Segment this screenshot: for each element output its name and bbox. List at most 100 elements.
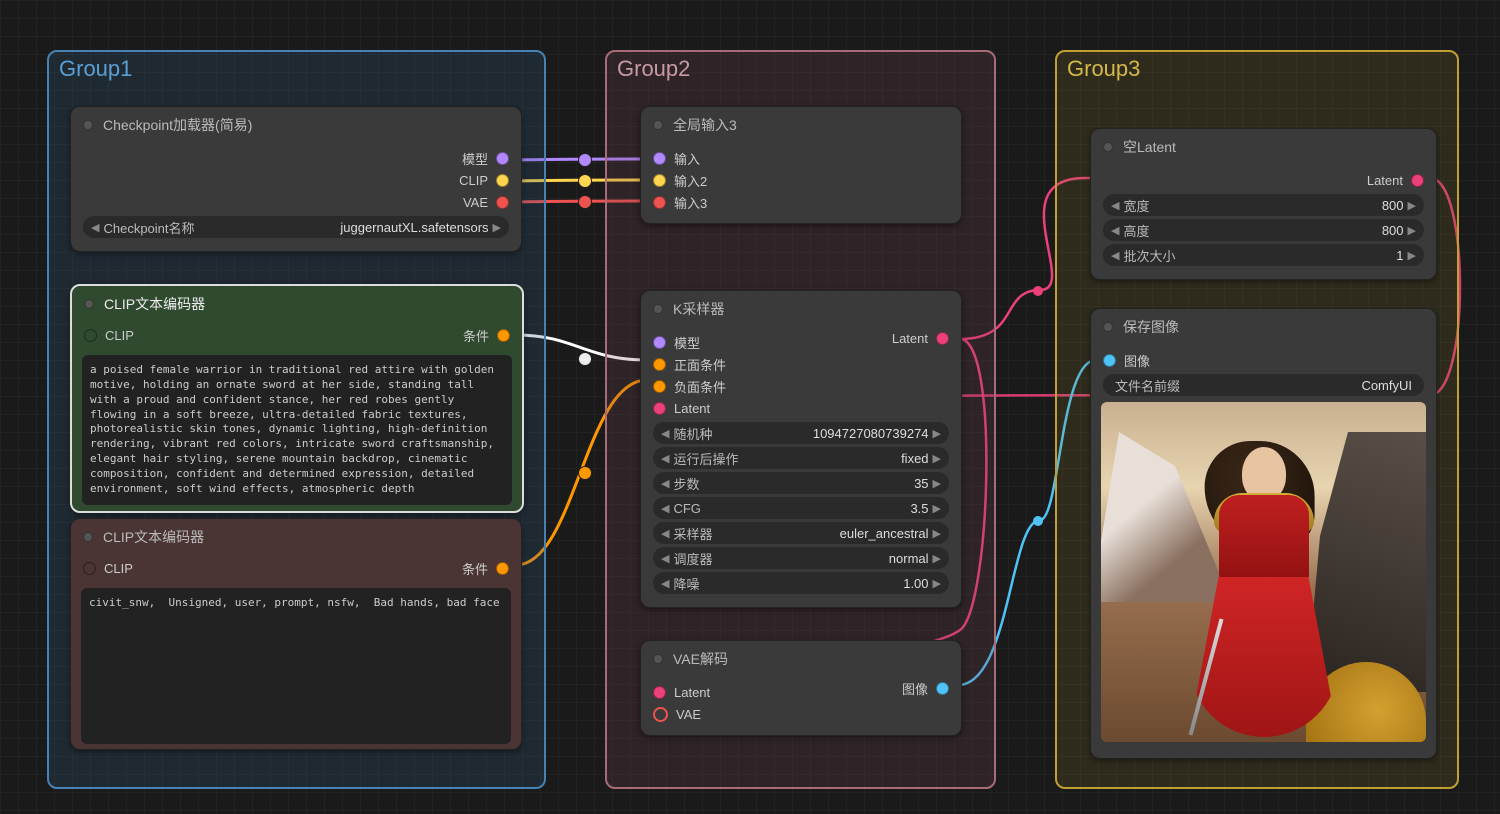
port-vae-out[interactable] [496,196,509,209]
param-widget[interactable]: ◀宽度800▶ [1103,194,1424,216]
node-title-label: CLIP文本编码器 [103,527,204,547]
param-widget[interactable]: ◀调度器normal▶ [653,547,949,569]
chevron-left-icon[interactable]: ◀ [661,552,669,565]
chevron-right-icon[interactable]: ▶ [933,552,941,565]
chevron-right-icon[interactable]: ▶ [933,452,941,465]
collapse-icon[interactable] [1103,322,1113,332]
output-image-preview [1101,402,1426,742]
port-negative-in[interactable] [653,380,666,393]
chevron-left-icon[interactable]: ◀ [661,477,669,490]
collapse-icon[interactable] [1103,142,1113,152]
collapse-icon[interactable] [83,120,93,130]
node-clip-negative[interactable]: CLIP文本编码器 CLIP 条件 civit_snw, Unsigned, u… [70,518,522,750]
port-in3[interactable] [653,196,666,209]
chevron-left-icon[interactable]: ◀ [661,452,669,465]
input-vae: VAE [676,707,701,722]
chevron-left-icon[interactable]: ◀ [661,502,669,515]
param-widget[interactable]: ◀采样器euler_ancestral▶ [653,522,949,544]
param-widget[interactable]: ◀CFG3.5▶ [653,497,949,519]
node-global-input[interactable]: 全局输入3 输入 输入2 输入3 [640,106,962,224]
port-latent-in[interactable] [653,402,666,415]
input-latent: Latent [674,685,710,700]
chevron-left-icon[interactable]: ◀ [661,527,669,540]
node-empty-latent[interactable]: 空Latent Latent ◀宽度800▶◀高度800▶◀批次大小1▶ [1090,128,1437,280]
node-clip-positive[interactable]: CLIP文本编码器 CLIP 条件 a poised female warrio… [70,284,524,513]
port-clip-in[interactable] [83,562,96,575]
param-widget[interactable]: ◀随机种1094727080739274▶ [653,422,949,444]
port-latent-out[interactable] [1411,174,1424,187]
port-latent-out[interactable] [936,332,949,345]
reroute-dot[interactable] [578,174,592,188]
chevron-left-icon[interactable]: ◀ [1111,224,1119,237]
chevron-left-icon[interactable]: ◀ [1111,199,1119,212]
node-title-label: 全局输入3 [673,115,737,135]
port-in1[interactable] [653,152,666,165]
param-widget[interactable]: ◀步数35▶ [653,472,949,494]
port-clip-in[interactable] [84,329,97,342]
chevron-left-icon[interactable]: ◀ [1111,249,1119,262]
port-cond-out[interactable] [496,562,509,575]
param-widget[interactable]: ◀批次大小1▶ [1103,244,1424,266]
reroute-dot[interactable] [578,466,592,480]
reroute-dot[interactable] [578,352,592,366]
input-image: 图像 [1124,351,1150,370]
port-positive-in[interactable] [653,358,666,371]
node-title-label: CLIP文本编码器 [104,294,205,314]
param-widget[interactable]: ◀高度800▶ [1103,219,1424,241]
input-clip: CLIP [105,328,134,343]
chevron-left-icon[interactable]: ◀ [91,221,99,234]
chevron-left-icon[interactable]: ◀ [661,427,669,440]
input-2: 输入2 [674,171,707,190]
input-3: 输入3 [674,193,707,212]
node-checkpoint-loader[interactable]: Checkpoint加载器(简易) 模型 CLIP VAE ◀ Checkpoi… [70,106,522,252]
positive-prompt-text[interactable]: a poised female warrior in traditional r… [82,355,512,505]
param-widget[interactable]: ◀降噪1.00▶ [653,572,949,594]
port-in2[interactable] [653,174,666,187]
port-vae-in[interactable] [653,707,668,722]
input-model: 模型 [674,333,700,352]
node-vae-decode[interactable]: VAE解码 Latent VAE 图像 [640,640,962,736]
chevron-right-icon[interactable]: ▶ [1408,199,1416,212]
port-image-out[interactable] [936,682,949,695]
output-vae: VAE [463,195,488,210]
input-1: 输入 [674,149,700,168]
chevron-right-icon[interactable]: ▶ [1408,249,1416,262]
node-save-image[interactable]: 保存图像 图像 文件名前缀 ComfyUI [1090,308,1437,759]
port-model-out[interactable] [496,152,509,165]
reroute-dot[interactable] [1033,286,1043,296]
filename-prefix-widget[interactable]: 文件名前缀 ComfyUI [1103,374,1424,396]
port-clip-out[interactable] [496,174,509,187]
collapse-icon[interactable] [83,532,93,542]
reroute-dot[interactable] [1033,516,1043,526]
chevron-right-icon[interactable]: ▶ [1408,224,1416,237]
port-latent-in[interactable] [653,686,666,699]
collapse-icon[interactable] [653,654,663,664]
chevron-right-icon[interactable]: ▶ [933,577,941,590]
port-model-in[interactable] [653,336,666,349]
output-conditioning: 条件 [462,559,488,578]
checkpoint-name-widget[interactable]: ◀ Checkpoint名称 juggernautXL.safetensors … [83,216,509,238]
output-latent: Latent [892,331,928,346]
param-widget[interactable]: ◀运行后操作fixed▶ [653,447,949,469]
chevron-right-icon[interactable]: ▶ [933,502,941,515]
negative-prompt-text[interactable]: civit_snw, Unsigned, user, prompt, nsfw,… [81,588,511,744]
chevron-right-icon[interactable]: ▶ [933,427,941,440]
chevron-right-icon[interactable]: ▶ [493,221,501,234]
reroute-dot[interactable] [578,195,592,209]
node-title-label: Checkpoint加载器(简易) [103,115,252,135]
chevron-right-icon[interactable]: ▶ [933,527,941,540]
collapse-icon[interactable] [84,299,94,309]
output-latent: Latent [1367,173,1403,188]
group-3-title: Group3 [1067,56,1140,82]
collapse-icon[interactable] [653,120,663,130]
port-image-in[interactable] [1103,354,1116,367]
port-cond-out[interactable] [497,329,510,342]
collapse-icon[interactable] [653,304,663,314]
node-title-label: K采样器 [673,299,724,319]
chevron-right-icon[interactable]: ▶ [933,477,941,490]
reroute-dot[interactable] [578,153,592,167]
chevron-left-icon[interactable]: ◀ [661,577,669,590]
output-model: 模型 [462,149,488,168]
node-ksampler[interactable]: K采样器 模型 正面条件 负面条件 Latent Latent ◀随机种1094… [640,290,962,608]
node-title-label: VAE解码 [673,649,728,669]
